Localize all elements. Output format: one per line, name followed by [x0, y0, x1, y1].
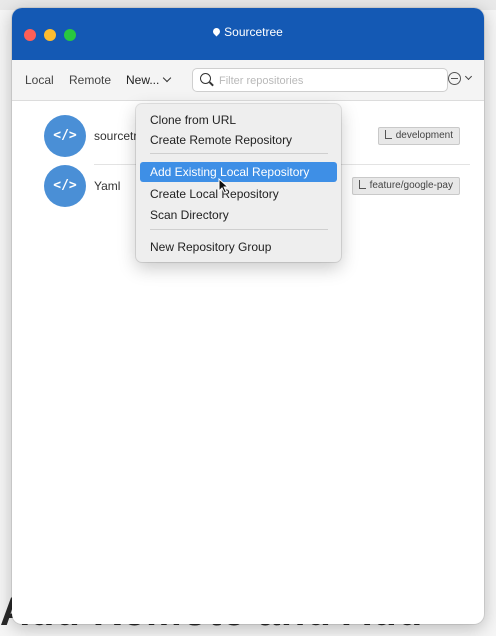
menu-item-create-remote-repository[interactable]: Create Remote Repository [140, 130, 337, 150]
branch-icon [358, 180, 366, 189]
branch-badge: development [377, 127, 460, 145]
new-menu-button[interactable]: New... [126, 73, 172, 87]
title-bar: Sourcetree [12, 8, 484, 60]
menu-item-scan-directory[interactable]: Scan Directory [140, 205, 337, 225]
branch-name: development [395, 130, 453, 141]
search-icon [200, 73, 211, 84]
chevron-down-icon [464, 72, 473, 81]
menu-item-clone-from-url[interactable]: Clone from URL [140, 110, 337, 130]
menu-item-new-repository-group[interactable]: New Repository Group [140, 237, 337, 257]
menu-item-create-local-repository[interactable]: Create Local Repository [140, 184, 337, 204]
filter-menu-button[interactable] [448, 71, 474, 87]
sourcetree-window: Sourcetree Local Remote New... </> sourc… [12, 8, 484, 624]
menu-item-add-existing-local-repository[interactable]: Add Existing Local Repository [140, 162, 337, 182]
toolbar: Local Remote New... [12, 60, 484, 101]
tab-remote[interactable]: Remote [69, 73, 111, 87]
new-menu-label: New... [126, 73, 160, 87]
search-input[interactable] [217, 72, 441, 89]
branch-badge: feature/google-pay [351, 177, 460, 195]
map-pin-icon [211, 26, 222, 37]
branch-icon [384, 130, 392, 139]
repository-name: Yaml [94, 179, 121, 193]
window-title: Sourcetree [12, 25, 484, 39]
chevron-down-icon [163, 73, 172, 83]
repository-avatar: </> [44, 115, 86, 157]
search-box[interactable] [192, 68, 448, 92]
menu-separator [150, 229, 328, 230]
new-menu-dropdown: Clone from URL Create Remote Repository … [136, 104, 341, 262]
tab-local[interactable]: Local [25, 73, 54, 87]
window-title-text: Sourcetree [224, 25, 283, 39]
menu-separator [150, 153, 328, 154]
repository-avatar: </> [44, 165, 86, 207]
filter-icon [448, 72, 461, 85]
branch-name: feature/google-pay [369, 180, 453, 191]
